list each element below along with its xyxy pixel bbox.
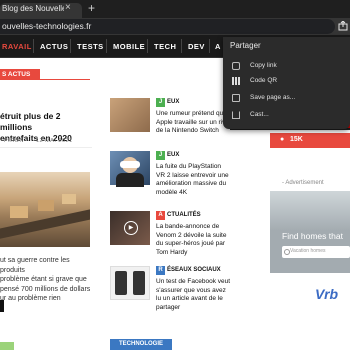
ad-headline: Find homes that <box>282 231 343 241</box>
browser-toolbar: ouvelles-technologies.fr <box>0 18 350 35</box>
nav-item-tests[interactable]: TESTS <box>77 42 104 51</box>
article-card[interactable]: R ÉSEAUX SOCIAUX Un test de Facebook veu… <box>110 266 230 316</box>
share-icon[interactable] <box>338 20 350 32</box>
article-card[interactable]: J EUX La fuite du PlayStation VR 2 laiss… <box>110 151 229 201</box>
url-text: ouvelles-technologies.fr <box>2 21 92 31</box>
save-page-icon <box>232 94 240 102</box>
menu-item-label: Cast... <box>250 111 269 118</box>
category-badge: A <box>156 211 165 220</box>
nav-item-dev[interactable]: DEV <box>188 42 205 51</box>
menu-item-label: Copy link <box>250 62 277 69</box>
hero-image[interactable] <box>0 172 90 247</box>
menu-item-qr-code[interactable]: Code QR <box>230 74 345 88</box>
new-tab-button[interactable]: + <box>88 1 95 15</box>
article-excerpt: ut sa guerre contre les produits problèm… <box>0 257 91 303</box>
article-title[interactable]: Un test de Facebook veut s'assurer que v… <box>156 278 231 312</box>
ad-search-placeholder: Vacation homes <box>290 248 326 254</box>
article-thumbnail[interactable]: ▶ <box>110 211 150 245</box>
ad-brand-logo: Vrb <box>315 286 339 302</box>
category-badge: R <box>156 266 165 275</box>
link-icon <box>232 62 240 70</box>
person-body <box>116 173 144 187</box>
advertisement-banner[interactable]: Find homes that Vacation homes Vrb <box>270 191 350 334</box>
ad-footer <box>270 273 350 334</box>
article-thumbnail[interactable] <box>110 98 150 132</box>
cast-icon <box>232 111 240 119</box>
article-byline: PIRON 12 MAI 2021 <box>4 138 73 144</box>
menu-item-cast[interactable]: Cast... <box>230 108 345 122</box>
category-badge: J <box>156 98 165 107</box>
package-box <box>62 194 76 204</box>
menu-item-save-page[interactable]: Save page as... <box>230 91 345 105</box>
address-bar[interactable]: ouvelles-technologies.fr <box>0 19 335 34</box>
share-menu-title: Partager <box>230 41 261 50</box>
nav-divider <box>33 39 34 53</box>
nav-item-mobile[interactable]: MOBILE <box>113 42 145 51</box>
vr-headset <box>120 161 140 168</box>
category-name[interactable]: EUX <box>167 99 179 105</box>
article-thumbnail[interactable] <box>110 151 150 187</box>
ad-background <box>270 191 350 231</box>
nav-item-travail[interactable]: RAVAIL <box>2 42 32 51</box>
nav-divider <box>106 39 107 53</box>
ad-search-input[interactable]: Vacation homes <box>282 246 350 258</box>
menu-item-label: Save page as... <box>250 94 296 101</box>
share-menu: Partager Copy link Code QR Save page as.… <box>223 37 350 129</box>
advertisement-label: - Advertisement <box>282 180 324 186</box>
article-title[interactable]: Une rumeur prétend que Apple travaille s… <box>156 110 231 136</box>
publish-date: 12 MAI 2021 <box>35 138 73 144</box>
article-card[interactable]: ▶ A CTUALITÉS La bande-annonce de Venom … <box>110 211 226 261</box>
category-label-technologie[interactable]: TECHNOLOGIE <box>110 339 172 350</box>
social-follow-button[interactable]: ● 15K <box>270 133 350 148</box>
article-card[interactable]: J EUX Une rumeur prétend que Apple trava… <box>110 98 230 148</box>
play-icon[interactable]: ▶ <box>124 221 138 235</box>
author-name[interactable]: PIRON <box>4 138 24 144</box>
green-category-bar <box>0 342 14 350</box>
browser-tab-strip: Blog des Nouvelle... × + <box>0 0 350 18</box>
category-name[interactable]: ÉSEAUX SOCIAUX <box>167 267 221 273</box>
nav-divider <box>209 39 210 53</box>
article-title[interactable]: La bande-annonce de Venom 2 dévoile la s… <box>156 223 231 257</box>
tab-title: Blog des Nouvelle... <box>2 4 64 13</box>
decorative-bracket <box>0 300 4 312</box>
article-title[interactable]: La fuite du PlayStation VR 2 laisse entr… <box>156 163 231 197</box>
package-box <box>10 206 28 218</box>
nav-divider <box>147 39 148 53</box>
category-badge: J <box>156 151 165 160</box>
category-name[interactable]: CTUALITÉS <box>167 212 201 218</box>
nav-divider <box>70 39 71 53</box>
category-name[interactable]: EUX <box>167 152 179 158</box>
nav-item-a[interactable]: A <box>215 42 221 51</box>
qr-code-icon <box>232 77 240 85</box>
package-box <box>38 200 54 211</box>
category-label[interactable]: S ACTUS <box>0 69 40 80</box>
browser-tab[interactable]: Blog des Nouvelle... × <box>0 2 82 18</box>
tab-close-button[interactable]: × <box>65 2 71 13</box>
menu-item-copy-link[interactable]: Copy link <box>230 59 345 73</box>
nav-item-tech[interactable]: TECH <box>154 42 176 51</box>
follower-count: 15K <box>290 136 303 143</box>
phone-image <box>115 271 127 295</box>
social-icon: ● <box>280 136 285 143</box>
nav-divider <box>181 39 182 53</box>
divider <box>0 147 92 148</box>
category-underline <box>38 79 90 80</box>
phone-image <box>133 271 145 295</box>
article-thumbnail[interactable] <box>110 266 150 300</box>
menu-item-label: Code QR <box>250 77 278 84</box>
nav-item-actus[interactable]: ACTUS <box>40 42 68 51</box>
